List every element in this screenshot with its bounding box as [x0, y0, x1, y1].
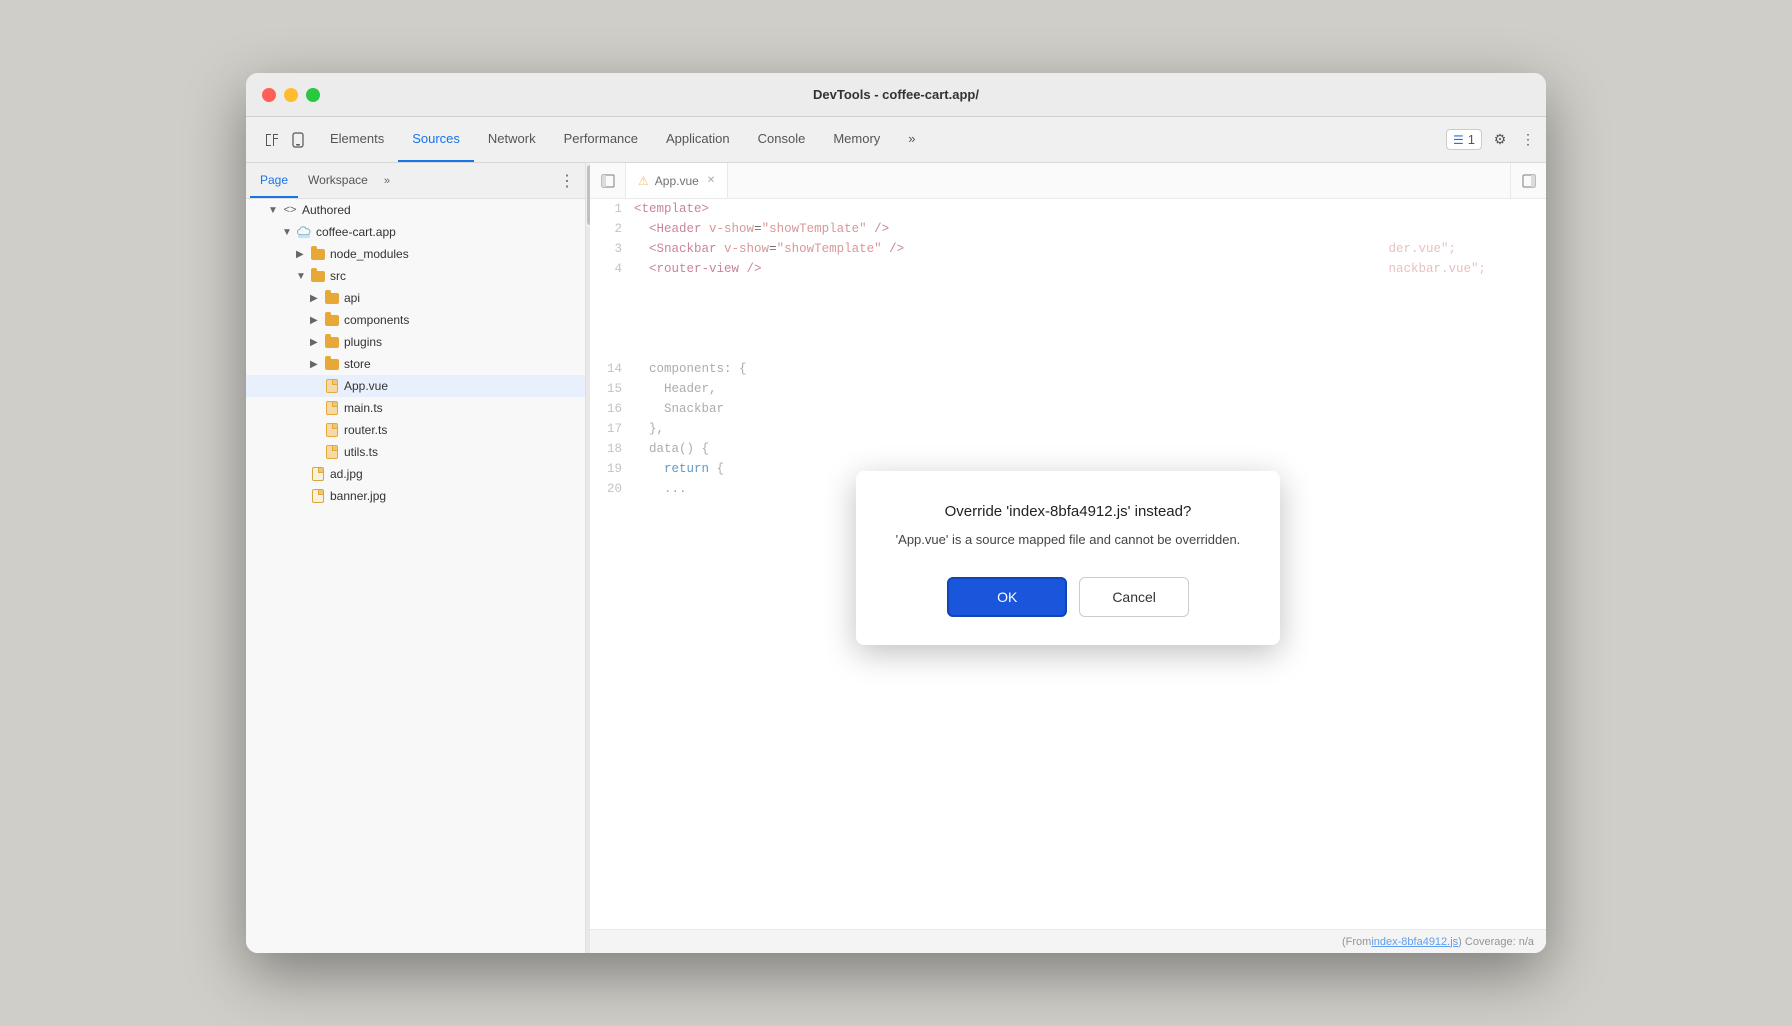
- tab-memory[interactable]: Memory: [819, 117, 894, 162]
- sidebar: Page Workspace » ⋮ ▼ <> Authored ▼: [246, 163, 586, 953]
- folder-icon-components: [324, 312, 340, 328]
- tree-label-authored: Authored: [302, 203, 351, 217]
- tree-label-utils-ts: utils.ts: [344, 445, 378, 459]
- tree-banner-jpg[interactable]: banner.jpg: [246, 485, 585, 507]
- sidebar-tab-more[interactable]: »: [378, 175, 396, 187]
- tree-arrow-authored: ▼: [268, 205, 282, 216]
- titlebar: DevTools - coffee-cart.app/: [246, 73, 1546, 117]
- tree-arrow-components: ▶: [310, 315, 324, 326]
- tab-application[interactable]: Application: [652, 117, 744, 162]
- sidebar-tab-page[interactable]: Page: [250, 163, 298, 198]
- tree-src[interactable]: ▼ src: [246, 265, 585, 287]
- tree-store[interactable]: ▶ store: [246, 353, 585, 375]
- window-title: DevTools - coffee-cart.app/: [813, 87, 979, 102]
- cloud-folder-icon: [296, 224, 312, 240]
- folder-icon-src: [310, 268, 326, 284]
- file-icon-app-vue: [324, 378, 340, 394]
- more-menu-icon[interactable]: ⋮: [1518, 130, 1538, 150]
- tree-router-ts[interactable]: router.ts: [246, 419, 585, 441]
- folder-icon-plugins: [324, 334, 340, 350]
- tree-label-app-vue: App.vue: [344, 379, 388, 393]
- console-message-icon: ☰: [1453, 133, 1464, 147]
- authored-icon: <>: [282, 202, 298, 218]
- dialog-buttons: OK Cancel: [896, 577, 1241, 617]
- tree-label-main-ts: main.ts: [344, 401, 383, 415]
- maximize-button[interactable]: [306, 88, 320, 102]
- tree-arrow-coffee-cart: ▼: [282, 227, 296, 238]
- tree-arrow-src: ▼: [296, 271, 310, 282]
- tree-label-src: src: [330, 269, 346, 283]
- close-button[interactable]: [262, 88, 276, 102]
- settings-icon[interactable]: ⚙: [1490, 130, 1510, 150]
- file-icon-banner-jpg: [310, 488, 326, 504]
- file-icon-main-ts: [324, 400, 340, 416]
- dialog-ok-button[interactable]: OK: [947, 577, 1067, 617]
- tree-plugins[interactable]: ▶ plugins: [246, 331, 585, 353]
- file-icon-utils-ts: [324, 444, 340, 460]
- cursor-icon[interactable]: [262, 130, 282, 150]
- tree-label-ad-jpg: ad.jpg: [330, 467, 363, 481]
- tree-label-node-modules: node_modules: [330, 247, 409, 261]
- tree-arrow-node-modules: ▶: [296, 249, 310, 260]
- tree-label-coffee-cart: coffee-cart.app: [316, 225, 396, 239]
- toolbar-right: ☰ 1 ⚙ ⋮: [1446, 129, 1538, 150]
- tab-performance[interactable]: Performance: [550, 117, 652, 162]
- dialog-overlay: Override 'index-8bfa4912.js' instead? 'A…: [590, 163, 1546, 953]
- toolbar-icons: [254, 130, 316, 150]
- dialog-title: Override 'index-8bfa4912.js' instead?: [896, 503, 1241, 520]
- tree-utils-ts[interactable]: utils.ts: [246, 441, 585, 463]
- dialog-subtitle: 'App.vue' is a source mapped file and ca…: [896, 530, 1241, 550]
- console-count: 1: [1468, 132, 1475, 147]
- tab-elements[interactable]: Elements: [316, 117, 398, 162]
- file-icon-router-ts: [324, 422, 340, 438]
- main-area: Page Workspace » ⋮ ▼ <> Authored ▼: [246, 163, 1546, 953]
- toolbar-tabs: Elements Sources Network Performance App…: [316, 117, 930, 162]
- tree-arrow-api: ▶: [310, 293, 324, 304]
- tab-more[interactable]: »: [894, 117, 929, 162]
- console-badge[interactable]: ☰ 1: [1446, 129, 1482, 150]
- sidebar-tab-workspace[interactable]: Workspace: [298, 163, 378, 198]
- tree-arrow-store: ▶: [310, 359, 324, 370]
- tree-app-vue[interactable]: App.vue: [246, 375, 585, 397]
- dialog-cancel-button[interactable]: Cancel: [1079, 577, 1189, 617]
- folder-icon-api: [324, 290, 340, 306]
- file-icon-ad-jpg: [310, 466, 326, 482]
- window-controls: [262, 88, 320, 102]
- tree-authored[interactable]: ▼ <> Authored: [246, 199, 585, 221]
- tree-label-api: api: [344, 291, 360, 305]
- dialog: Override 'index-8bfa4912.js' instead? 'A…: [856, 471, 1281, 646]
- tree-label-banner-jpg: banner.jpg: [330, 489, 386, 503]
- tab-network[interactable]: Network: [474, 117, 550, 162]
- sidebar-menu-button[interactable]: ⋮: [553, 171, 581, 191]
- folder-icon-store: [324, 356, 340, 372]
- toolbar: Elements Sources Network Performance App…: [246, 117, 1546, 163]
- tree-label-store: store: [344, 357, 371, 371]
- tree-label-plugins: plugins: [344, 335, 382, 349]
- tree-label-components: components: [344, 313, 409, 327]
- tree-node-modules[interactable]: ▶ node_modules: [246, 243, 585, 265]
- tree-api[interactable]: ▶ api: [246, 287, 585, 309]
- tree-coffee-cart[interactable]: ▼ coffee-cart.app: [246, 221, 585, 243]
- sidebar-tabs: Page Workspace » ⋮: [246, 163, 585, 199]
- tab-console[interactable]: Console: [744, 117, 820, 162]
- tree-components[interactable]: ▶ components: [246, 309, 585, 331]
- tree-label-router-ts: router.ts: [344, 423, 387, 437]
- code-area: ⚠ App.vue ✕ 1 <template>: [590, 163, 1546, 953]
- tree-arrow-plugins: ▶: [310, 337, 324, 348]
- tab-sources[interactable]: Sources: [398, 117, 474, 162]
- mobile-icon[interactable]: [288, 130, 308, 150]
- folder-icon-node-modules: [310, 246, 326, 262]
- devtools-window: DevTools - coffee-cart.app/: [246, 73, 1546, 953]
- tree-main-ts[interactable]: main.ts: [246, 397, 585, 419]
- sidebar-tree: ▼ <> Authored ▼ coffee-cart.app: [246, 199, 585, 953]
- tree-ad-jpg[interactable]: ad.jpg: [246, 463, 585, 485]
- minimize-button[interactable]: [284, 88, 298, 102]
